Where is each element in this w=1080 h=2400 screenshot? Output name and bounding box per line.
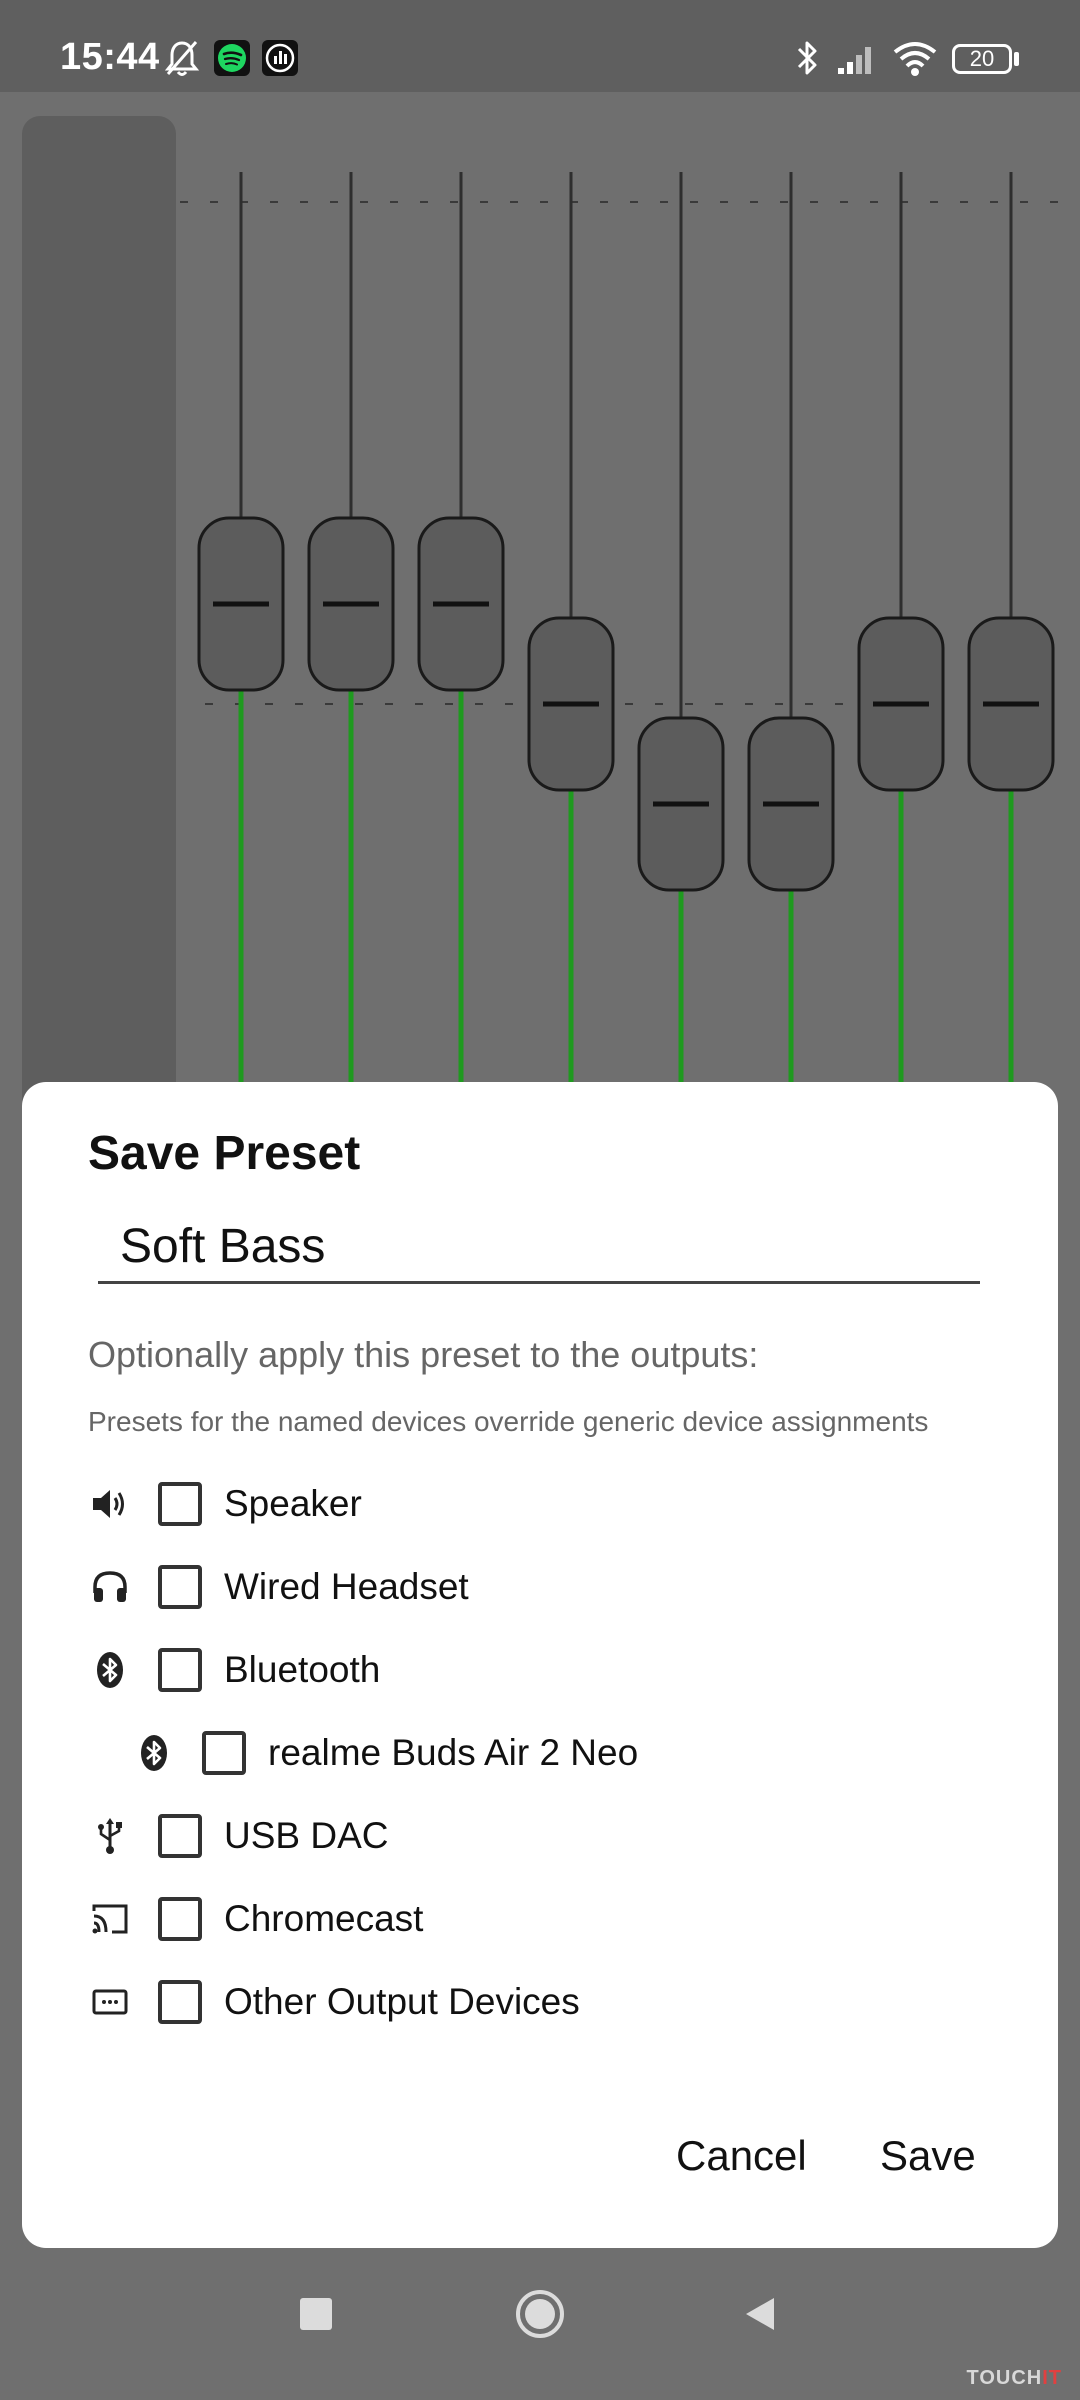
mute-icon xyxy=(164,38,200,83)
battery-icon: 20 xyxy=(952,44,1012,74)
eq-band-slider[interactable] xyxy=(747,172,835,1192)
eq-band-slider[interactable] xyxy=(307,172,395,1192)
output-label: Other Output Devices xyxy=(224,1981,580,2022)
wifi-icon xyxy=(892,38,938,83)
eq-band-slider[interactable] xyxy=(527,172,615,1192)
eq-band-slider[interactable] xyxy=(197,172,285,1192)
equalizer xyxy=(0,92,1080,1192)
recents-icon[interactable] xyxy=(298,2296,334,2337)
preamp-panel xyxy=(22,116,176,1192)
headset-icon xyxy=(88,1565,132,1609)
output-option-usb-dac[interactable]: USB DAC xyxy=(88,1806,388,1866)
eq-band-slider[interactable] xyxy=(637,172,725,1192)
bluetooth-icon xyxy=(790,38,824,83)
signal-icon xyxy=(836,38,878,83)
usb-icon xyxy=(88,1814,132,1858)
status-time: 15:44 xyxy=(60,36,160,78)
watermark-logo: TOUCHIT xyxy=(966,2367,1062,2389)
output-label: USB DAC xyxy=(224,1815,389,1856)
battery-nub xyxy=(1014,52,1019,66)
bluetooth-icon xyxy=(88,1648,132,1692)
dialog-subtitle: Optionally apply this preset to the outp… xyxy=(88,1334,759,1375)
spotify-icon xyxy=(214,40,250,81)
home-icon[interactable] xyxy=(514,2288,566,2345)
app-icon xyxy=(262,40,298,81)
navigation-bar: TOUCHIT xyxy=(0,2260,1080,2400)
realme-buds-checkbox[interactable] xyxy=(202,1731,246,1775)
output-option-realme-buds[interactable]: realme Buds Air 2 Neo xyxy=(132,1723,638,1783)
output-option-other[interactable]: Other Output Devices xyxy=(88,1972,580,2032)
save-button[interactable]: Save xyxy=(880,2132,976,2180)
cast-icon xyxy=(88,1897,132,1941)
output-option-wired-headset[interactable]: Wired Headset xyxy=(88,1557,469,1617)
chromecast-checkbox[interactable] xyxy=(158,1897,202,1941)
back-icon[interactable] xyxy=(740,2294,780,2339)
preset-name-input[interactable] xyxy=(98,1212,980,1284)
output-option-bluetooth[interactable]: Bluetooth xyxy=(88,1640,380,1700)
eq-band-slider[interactable] xyxy=(417,172,505,1192)
speaker-icon xyxy=(88,1482,132,1526)
dialog-note: Presets for the named devices override g… xyxy=(88,1406,929,1437)
eq-band-slider[interactable] xyxy=(857,172,945,1192)
status-bar: 15:44 20 xyxy=(0,0,1080,92)
output-option-chromecast[interactable]: Chromecast xyxy=(88,1889,423,1949)
output-option-speaker[interactable]: Speaker xyxy=(88,1474,362,1534)
speaker-checkbox[interactable] xyxy=(158,1482,202,1526)
output-label: Wired Headset xyxy=(224,1566,469,1607)
output-label: Bluetooth xyxy=(224,1649,381,1690)
usb-dac-checkbox[interactable] xyxy=(158,1814,202,1858)
other-device-icon xyxy=(88,1980,132,2024)
output-label: realme Buds Air 2 Neo xyxy=(268,1732,639,1773)
output-label: Speaker xyxy=(224,1483,362,1524)
dialog-title: Save Preset xyxy=(88,1127,361,1180)
bluetooth-checkbox[interactable] xyxy=(158,1648,202,1692)
eq-band-slider[interactable] xyxy=(967,172,1055,1192)
output-label: Chromecast xyxy=(224,1898,424,1939)
bluetooth-icon xyxy=(132,1731,176,1775)
cancel-button[interactable]: Cancel xyxy=(676,2132,807,2180)
save-preset-dialog: Save Preset Optionally apply this preset… xyxy=(22,1082,1058,2248)
wired-headset-checkbox[interactable] xyxy=(158,1565,202,1609)
other-devices-checkbox[interactable] xyxy=(158,1980,202,2024)
